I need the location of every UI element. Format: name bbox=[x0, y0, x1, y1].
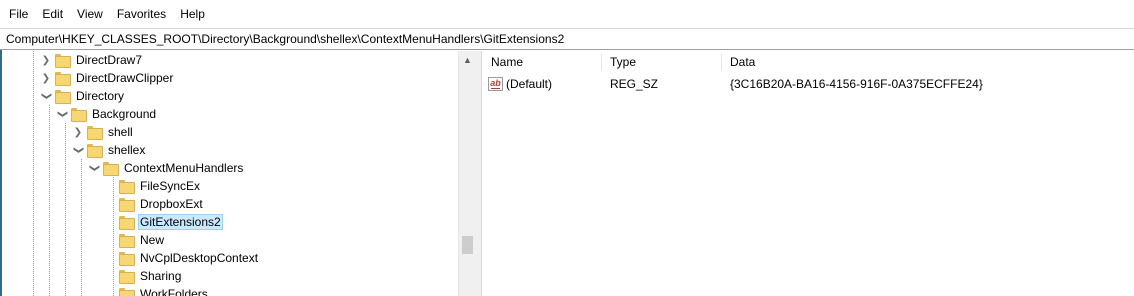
tree-guide-line bbox=[81, 159, 82, 296]
chevron-right-icon[interactable]: ❯ bbox=[40, 69, 52, 87]
tree-item-label: shell bbox=[108, 125, 133, 139]
chevron-down-icon[interactable]: ❮ bbox=[37, 90, 55, 102]
tree-guide-line bbox=[49, 105, 50, 296]
folder-icon bbox=[119, 198, 135, 212]
folder-icon bbox=[87, 126, 103, 140]
tree-item-label: FileSyncEx bbox=[140, 179, 201, 193]
folder-icon bbox=[119, 216, 135, 230]
folder-icon bbox=[55, 90, 71, 104]
value-name: (Default) bbox=[506, 77, 553, 91]
folder-icon bbox=[119, 270, 135, 284]
menu-bar: File Edit View Favorites Help bbox=[0, 0, 1134, 28]
chevron-right-icon[interactable]: ❯ bbox=[40, 51, 52, 69]
column-header-type[interactable]: Type bbox=[601, 51, 721, 73]
tree-guide-line bbox=[65, 123, 66, 296]
tree-item-workfolders[interactable]: WorkFolders bbox=[104, 285, 210, 296]
tree-item-label: DirectDraw7 bbox=[76, 53, 143, 67]
chevron-down-icon[interactable]: ❮ bbox=[53, 108, 71, 120]
menu-favorites[interactable]: Favorites bbox=[110, 4, 173, 24]
menu-edit[interactable]: Edit bbox=[35, 4, 70, 24]
tree-item-label: WorkFolders bbox=[140, 287, 208, 296]
tree-scrollbar[interactable]: ▲ bbox=[458, 51, 475, 296]
tree-item-label: shellex bbox=[108, 143, 146, 157]
column-header-data[interactable]: Data bbox=[721, 51, 1134, 73]
tree-item-gitextensions2[interactable]: GitExtensions2 bbox=[104, 213, 223, 231]
chevron-right-icon[interactable]: ❯ bbox=[72, 123, 84, 141]
folder-icon bbox=[119, 252, 135, 266]
tree-item-dropboxext[interactable]: DropboxExt bbox=[104, 195, 205, 213]
tree-item-directory[interactable]: ❮ Directory bbox=[40, 87, 126, 105]
folder-icon bbox=[119, 234, 135, 248]
tree-item-shell[interactable]: ❯ shell bbox=[72, 123, 135, 141]
tree-item-new[interactable]: New bbox=[104, 231, 166, 249]
tree-item-shellex[interactable]: ❮ shellex bbox=[72, 141, 147, 159]
scroll-up-arrow-icon[interactable]: ▲ bbox=[459, 51, 476, 68]
folder-icon bbox=[119, 288, 135, 296]
tree-item-label: DropboxExt bbox=[140, 197, 203, 211]
folder-icon bbox=[119, 180, 135, 194]
pane-splitter[interactable] bbox=[475, 51, 482, 296]
menu-help[interactable]: Help bbox=[173, 4, 212, 24]
key-tree[interactable]: ❯ DirectDraw7 ❯ DirectDrawClipper ❮ Dire… bbox=[2, 51, 458, 296]
tree-item-label: New bbox=[140, 233, 165, 247]
address-path[interactable]: Computer\HKEY_CLASSES_ROOT\Directory\Bac… bbox=[6, 32, 564, 46]
tree-guide-line bbox=[33, 51, 34, 296]
string-value-icon: ab bbox=[488, 77, 503, 91]
folder-icon bbox=[55, 72, 71, 86]
column-header-name[interactable]: Name bbox=[482, 51, 601, 73]
list-row[interactable]: ab (Default) REG_SZ {3C16B20A-BA16-4156-… bbox=[482, 75, 1134, 93]
tree-item-directdrawclipper[interactable]: ❯ DirectDrawClipper bbox=[40, 69, 175, 87]
menu-file[interactable]: File bbox=[2, 4, 35, 24]
chevron-down-icon[interactable]: ❮ bbox=[85, 162, 103, 174]
folder-icon bbox=[55, 54, 71, 68]
values-list[interactable]: Name Type Data ab (Default) REG_SZ {3C16… bbox=[482, 51, 1134, 296]
tree-item-label: ContextMenuHandlers bbox=[124, 161, 244, 175]
tree-item-contextmenuhandlers[interactable]: ❮ ContextMenuHandlers bbox=[88, 159, 245, 177]
tree-item-label: NvCplDesktopContext bbox=[140, 251, 259, 265]
tree-item-sharing[interactable]: Sharing bbox=[104, 267, 183, 285]
value-data: {3C16B20A-BA16-4156-916F-0A375ECFFE24} bbox=[730, 77, 983, 91]
tree-item-label: Background bbox=[92, 107, 157, 121]
folder-icon bbox=[103, 162, 119, 176]
list-header: Name Type Data bbox=[482, 51, 1134, 73]
tree-item-background[interactable]: ❮ Background bbox=[56, 105, 158, 123]
tree-item-label: Sharing bbox=[140, 269, 182, 283]
folder-icon bbox=[87, 144, 103, 158]
tree-item-filesyncex[interactable]: FileSyncEx bbox=[104, 177, 202, 195]
tree-item-nvcpldesktopcontext[interactable]: NvCplDesktopContext bbox=[104, 249, 260, 267]
address-bar[interactable]: Computer\HKEY_CLASSES_ROOT\Directory\Bac… bbox=[0, 28, 1134, 50]
tree-item-directdraw7[interactable]: ❯ DirectDraw7 bbox=[40, 51, 144, 69]
tree-item-label: Directory bbox=[76, 89, 125, 103]
chevron-down-icon[interactable]: ❮ bbox=[69, 144, 87, 156]
folder-icon bbox=[71, 108, 87, 122]
menu-view[interactable]: View bbox=[70, 4, 110, 24]
tree-item-label-selected: GitExtensions2 bbox=[138, 214, 223, 230]
value-type: REG_SZ bbox=[610, 77, 659, 91]
scroll-thumb[interactable] bbox=[462, 236, 473, 254]
tree-item-label: DirectDrawClipper bbox=[76, 71, 174, 85]
